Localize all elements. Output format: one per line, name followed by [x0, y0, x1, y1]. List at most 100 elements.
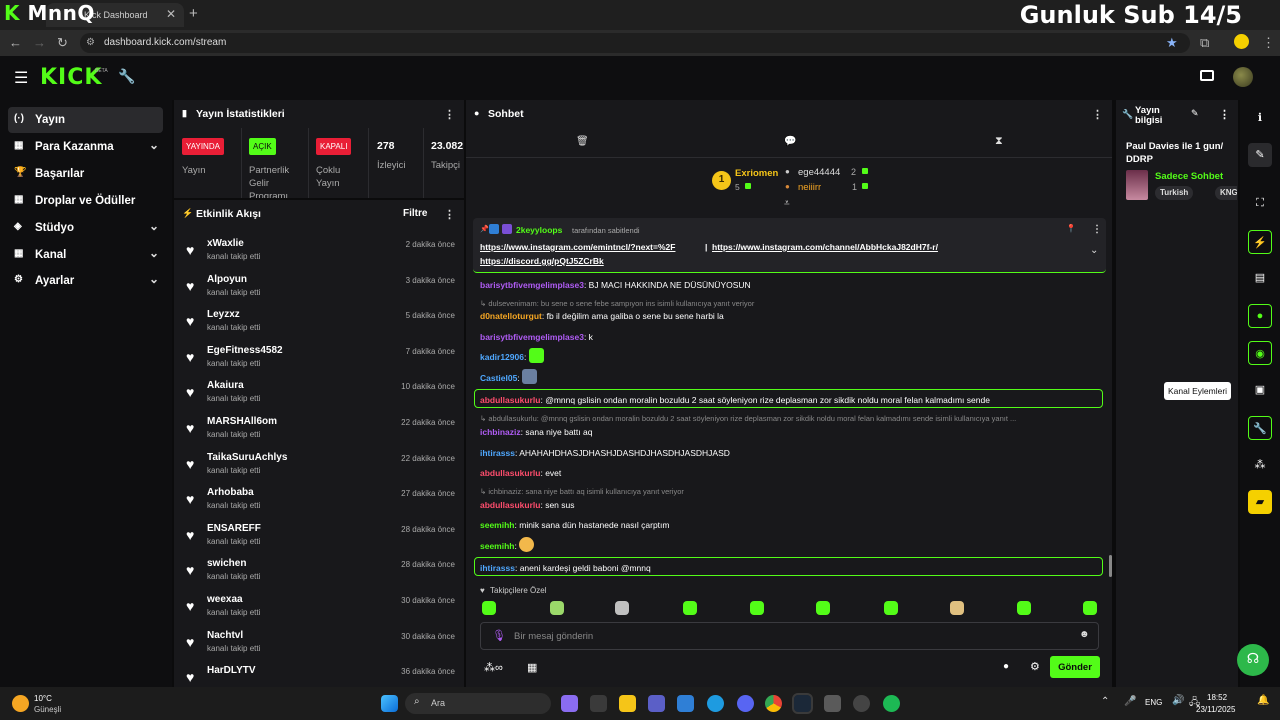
chat-message[interactable]: seemihh:: [480, 537, 535, 553]
emote-icon[interactable]: [528, 348, 544, 364]
mail-icon[interactable]: [677, 695, 694, 712]
event-row[interactable]: ♥ weexaa kanalı takip etti 30 dakika önce: [174, 591, 464, 626]
emote-icon[interactable]: [482, 601, 496, 615]
clock-time[interactable]: 18:52: [1207, 693, 1227, 702]
emote-icon[interactable]: [550, 601, 564, 615]
new-tab-icon[interactable]: +: [189, 5, 198, 22]
info-icon[interactable]: ℹ: [1248, 106, 1272, 130]
reload-icon[interactable]: ↻: [57, 35, 68, 51]
reply-context[interactable]: ↳ dulsevenimam: bu sene o sene febe samp…: [480, 299, 754, 308]
fullscreen-icon[interactable]: ⛶: [1248, 192, 1272, 216]
flash-icon[interactable]: ⚡: [1248, 230, 1272, 254]
tab-close-icon[interactable]: ✕: [166, 7, 176, 21]
emote-icon[interactable]: [615, 601, 629, 615]
pinned-link[interactable]: https://discord.gg/pQtJ5ZCrBk: [480, 256, 604, 266]
kick-logo[interactable]: KICK: [40, 65, 102, 90]
event-row[interactable]: ♥ Akaiura kanalı takip etti 10 dakika önce: [174, 377, 464, 412]
emote-icon[interactable]: [522, 369, 538, 385]
event-username[interactable]: MARSHAll6om: [207, 416, 277, 427]
event-username[interactable]: xWaxlie: [207, 238, 244, 249]
chat-message[interactable]: Castiel05:: [480, 369, 538, 385]
pinned-link[interactable]: https://www.instagram.com/channel/AbbHck…: [712, 242, 938, 252]
send-button[interactable]: Gönder: [1050, 656, 1100, 678]
filter-button[interactable]: Filtre: [403, 208, 427, 219]
chat-message[interactable]: abdullasukurlu: evet: [480, 468, 561, 478]
chat-username[interactable]: seemihh: [480, 541, 515, 551]
chat-icon[interactable]: 💬: [784, 136, 796, 147]
wrench-icon[interactable]: 🔧: [118, 68, 135, 85]
nav-item-para-kazanma[interactable]: ▦ Para Kazanma ⌄: [8, 134, 163, 160]
copilot-icon[interactable]: [561, 695, 578, 712]
chat-message[interactable]: ihtirasss: aneni kardeşi geldi baboni @m…: [480, 563, 651, 573]
emote-icon[interactable]: [750, 601, 764, 615]
unpin-icon[interactable]: 📍: [1066, 224, 1076, 233]
teams-icon[interactable]: [648, 695, 665, 712]
obs-icon[interactable]: [853, 695, 870, 712]
menu-icon[interactable]: ⋮: [1262, 35, 1275, 51]
event-username[interactable]: weexaa: [207, 594, 243, 605]
channel-actions-icon[interactable]: ▣: [1248, 378, 1272, 402]
gear-icon[interactable]: ⚙: [1030, 660, 1040, 673]
task-view-icon[interactable]: [590, 695, 607, 712]
chat-username[interactable]: abdullasukurlu: [480, 395, 540, 405]
edit-icon[interactable]: ✎: [1191, 108, 1199, 119]
nav-item-studyo[interactable]: ◈ Stüdyo ⌄: [8, 215, 163, 241]
nav-item-droplar[interactable]: ▦ Droplar ve Ödüller: [8, 188, 163, 214]
chat-message[interactable]: barisytbfivemgelimplase3: BJ MACI HAKKIN…: [480, 280, 751, 290]
pinned-by-user[interactable]: 2keyyloops: [516, 225, 562, 235]
chat-menu-icon[interactable]: ⋮: [1092, 108, 1103, 121]
expand-pinned-icon[interactable]: ⌄: [1090, 245, 1098, 256]
chat-message[interactable]: abdullasukurlu: sen sus: [480, 500, 575, 510]
document-icon[interactable]: ▤: [1248, 266, 1272, 290]
chat-message[interactable]: ichbinaziz: sana niye battı aq: [480, 427, 592, 437]
calculator-icon[interactable]: [824, 695, 841, 712]
chat-bubble-icon[interactable]: ●: [1248, 304, 1272, 328]
file-explorer-icon[interactable]: [619, 695, 636, 712]
chat-username[interactable]: seemihh: [480, 520, 515, 530]
avatar[interactable]: [1233, 67, 1253, 87]
support-icon[interactable]: ☊: [1237, 644, 1269, 676]
event-row[interactable]: ♥ HarDLYTV 36 dakika önce: [174, 662, 464, 687]
chat-message[interactable]: d0natelloturgut: fb il değilim ama galib…: [480, 311, 724, 321]
windows-start-icon[interactable]: [381, 695, 398, 712]
event-username[interactable]: HarDLYTV: [207, 665, 256, 676]
event-row[interactable]: ♥ Alpoyun kanalı takip etti 3 dakika önce: [174, 271, 464, 306]
chat-bubble-icon[interactable]: ●: [1003, 661, 1009, 672]
chat-username[interactable]: ichbinaziz: [480, 427, 521, 437]
clock-date[interactable]: 23/11/2025: [1196, 705, 1235, 714]
event-username[interactable]: swichen: [207, 558, 246, 569]
emoji-icon[interactable]: ☻: [1079, 629, 1090, 640]
chat-username[interactable]: kadir12906: [480, 352, 524, 362]
speaker-icon[interactable]: 🔊: [1172, 695, 1184, 706]
collapse-leaderboard-icon[interactable]: ⩡: [784, 198, 790, 209]
chat-username[interactable]: ihtirasss: [480, 448, 515, 458]
chat-username[interactable]: d0natelloturgut: [480, 311, 542, 321]
taskbar-search[interactable]: ⌕ Ara: [405, 693, 551, 714]
chat-input[interactable]: 🎙 Bir mesaj gönderin ☻: [480, 622, 1099, 650]
nav-item-ayarlar[interactable]: ⚙ Ayarlar ⌄: [8, 268, 163, 294]
chat-message[interactable]: seemihh: minik sana dün hastanede nasıl …: [480, 520, 670, 530]
events-menu-icon[interactable]: ⋮: [444, 208, 455, 221]
rewards-icon[interactable]: ⁂∞: [484, 661, 503, 674]
event-username[interactable]: Akaiura: [207, 380, 244, 391]
tray-chevron-icon[interactable]: ⌃: [1101, 696, 1109, 707]
event-row[interactable]: ♥ TaikaSuruAchlys kanalı takip etti 22 daki…: [174, 449, 464, 484]
chat-username[interactable]: abdullasukurlu: [480, 500, 540, 510]
category-thumbnail[interactable]: [1126, 170, 1148, 200]
event-row[interactable]: ♥ Nachtvl kanalı takip etti 30 dakika önce: [174, 627, 464, 662]
event-row[interactable]: ♥ ENSAREFF kanalı takip etti 28 dakika önce: [174, 520, 464, 555]
rewards-icon[interactable]: ⁂: [1248, 453, 1272, 477]
emote-icon[interactable]: [683, 601, 697, 615]
event-row[interactable]: ♥ Leyzxz kanalı takip etti 5 dakika önce: [174, 306, 464, 341]
notification-icon[interactable]: 🔔: [1257, 695, 1269, 706]
event-row[interactable]: ♥ EgeFitness4582 kanalı takip etti 7 dakika…: [174, 342, 464, 377]
chat-username[interactable]: barisytbfivemgelimplase3: [480, 280, 584, 290]
event-username[interactable]: TaikaSuruAchlys: [207, 452, 287, 463]
store-icon[interactable]: ▦: [527, 661, 537, 674]
emote-icon[interactable]: [884, 601, 898, 615]
emote-icon[interactable]: [950, 601, 964, 615]
chat-message[interactable]: abdullasukurlu: @mnnq gslisin ondan mora…: [480, 395, 990, 405]
stats-menu-icon[interactable]: ⋮: [444, 108, 455, 121]
pinned-menu-icon[interactable]: ⋮: [1092, 224, 1102, 235]
event-row[interactable]: ♥ Arhobaba kanalı takip etti 27 dakika önce: [174, 484, 464, 519]
